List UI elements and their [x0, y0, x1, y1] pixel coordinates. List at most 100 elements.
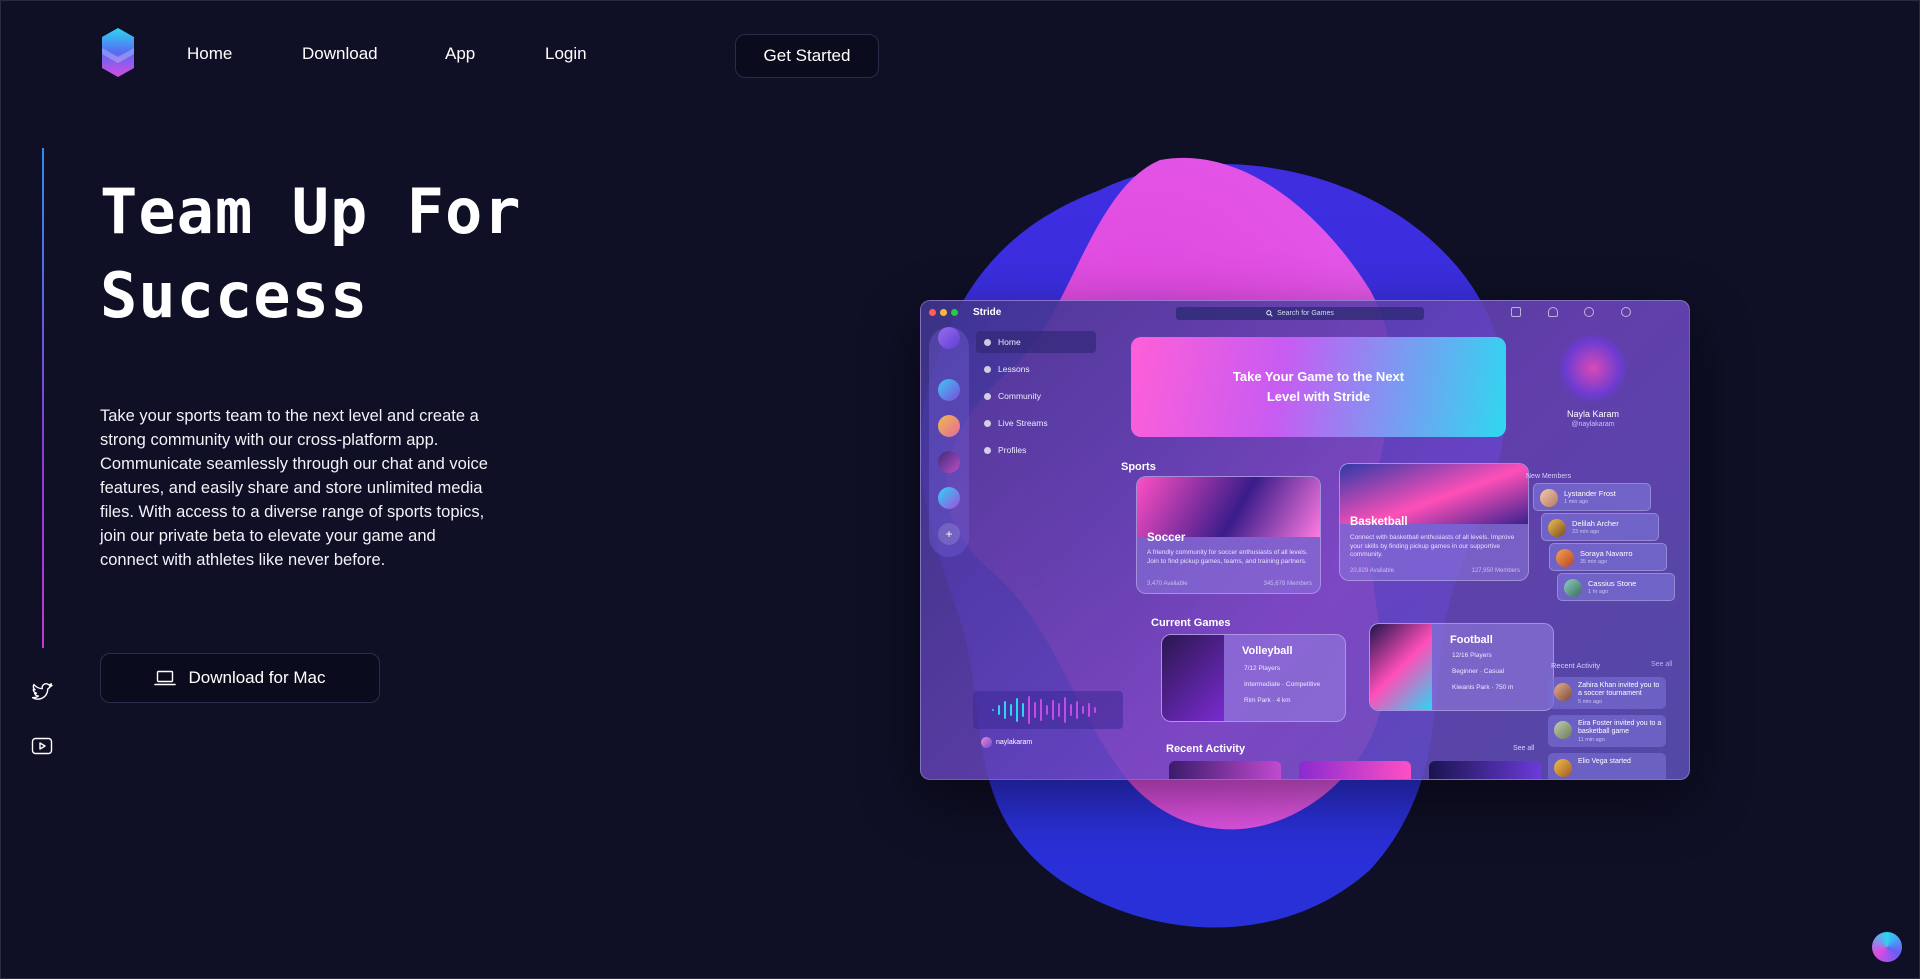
live-icon: [984, 419, 991, 427]
game-card-place: Kiwanis Park · 750 m: [1452, 684, 1514, 691]
app-sidebar: Home Lessons Community Live Streams Prof…: [976, 331, 1096, 466]
bell-icon[interactable]: [1548, 307, 1558, 317]
profile-handle: @naylakaram: [1571, 421, 1615, 428]
sport-card-title: Soccer: [1147, 532, 1186, 544]
app-sidebar-item-label: Home: [998, 337, 1021, 347]
hero-title-line2: Success: [100, 259, 369, 332]
nav-home[interactable]: Home: [187, 44, 232, 64]
rail-server-icon[interactable]: [938, 487, 960, 509]
member-item[interactable]: Cassius Stone 1 hr ago: [1557, 573, 1675, 601]
member-name: Soraya Navarro: [1580, 549, 1633, 558]
rail-server-icon[interactable]: [938, 379, 960, 401]
app-sidebar-item-community[interactable]: Community: [976, 385, 1096, 407]
current-games-title: Current Games: [1151, 617, 1231, 629]
activity-item[interactable]: Zahira Khan invited you to a soccer tour…: [1548, 677, 1666, 709]
sport-card-soccer[interactable]: Soccer A friendly community for soccer e…: [1136, 476, 1321, 594]
app-sidebar-item-live-streams[interactable]: Live Streams: [976, 412, 1096, 434]
sport-card-description: Connect with basketball enthusiasts of a…: [1350, 534, 1515, 558]
game-card-level: Beginner · Casual: [1452, 668, 1505, 675]
avatar[interactable]: [1558, 333, 1628, 403]
app-search-placeholder: Search for Games: [1277, 310, 1334, 317]
sport-card-available: 3,470 Available: [1147, 581, 1188, 587]
add-server-icon[interactable]: +: [938, 523, 960, 545]
app-hero-banner[interactable]: Take Your Game to the Next Level with St…: [1131, 337, 1506, 437]
rail-home-icon[interactable]: [938, 327, 960, 349]
side-see-all-link[interactable]: See all: [1651, 661, 1672, 668]
hero-description: Take your sports team to the next level …: [100, 407, 488, 569]
app-banner-text: Take Your Game to the Next Level with St…: [1232, 369, 1405, 404]
activity-text: Zahira Khan invited you to a soccer tour…: [1578, 682, 1660, 697]
avatar: [1564, 579, 1582, 597]
activity-time: 5 min ago: [1578, 699, 1603, 705]
avatar: [1554, 721, 1572, 739]
app-search-input[interactable]: Search for Games: [1176, 307, 1424, 320]
rail-server-icon[interactable]: [938, 415, 960, 437]
youtube-icon[interactable]: [30, 734, 54, 758]
avatar: [1554, 759, 1572, 777]
member-item[interactable]: Delilah Archer 23 min ago: [1541, 513, 1659, 541]
sport-card-description: A friendly community for soccer enthusia…: [1147, 549, 1308, 565]
minimize-dot: [940, 309, 947, 316]
activity-item[interactable]: Eira Foster invited you to a basketball …: [1548, 715, 1666, 747]
game-card-level: Intermediate · Competitive: [1244, 681, 1321, 688]
sport-card-footer: 20,828 Available 127,950 Members: [1350, 568, 1520, 574]
activity-time: 11 min ago: [1578, 737, 1605, 743]
sport-card-members: 345,678 Members: [1263, 581, 1312, 587]
activity-item[interactable]: Elio Vega started: [1548, 753, 1666, 779]
game-card-volleyball[interactable]: Volleyball 7/12 Players Intermediate · C…: [1161, 634, 1346, 722]
calendar-icon[interactable]: [1511, 307, 1521, 317]
nav-app[interactable]: App: [445, 44, 475, 64]
side-recent-activity-title: Recent Activity: [1551, 661, 1601, 670]
brand-logo[interactable]: [100, 28, 136, 80]
community-icon: [984, 392, 991, 400]
member-name: Lystander Frost: [1564, 489, 1616, 498]
member-name: Cassius Stone: [1588, 579, 1637, 588]
activity-thumbnail[interactable]: [1169, 761, 1281, 779]
game-card-title: Volleyball: [1242, 645, 1293, 657]
app-titlebar: Stride Search for Games: [921, 301, 1689, 325]
sport-card-title: Basketball: [1350, 516, 1408, 528]
member-item[interactable]: Lystander Frost 1 min ago: [1533, 483, 1651, 511]
game-card-place: Rim Park · 4 km: [1244, 697, 1291, 704]
app-sidebar-item-home[interactable]: Home: [976, 331, 1096, 353]
app-sidebar-item-profiles[interactable]: Profiles: [976, 439, 1096, 461]
get-started-button[interactable]: Get Started: [735, 34, 879, 78]
nav-download[interactable]: Download: [302, 44, 378, 64]
laptop-icon: [154, 670, 177, 686]
nav-login[interactable]: Login: [545, 44, 587, 64]
football-image: [1370, 624, 1432, 710]
home-icon: [984, 338, 991, 346]
game-card-players: 7/12 Players: [1244, 665, 1281, 672]
voice-waveform: [973, 691, 1123, 729]
member-time: 23 min ago: [1572, 529, 1600, 535]
sport-card-footer: 3,470 Available 345,678 Members: [1147, 581, 1312, 587]
app-sidebar-item-label: Profiles: [998, 445, 1027, 455]
game-card-players: 12/16 Players: [1452, 652, 1492, 659]
sport-card-basketball[interactable]: Basketball Connect with basketball enthu…: [1339, 463, 1529, 581]
app-name: Stride: [973, 307, 1002, 318]
download-mac-button[interactable]: Download for Mac: [100, 653, 380, 703]
rail-server-icon[interactable]: [938, 451, 960, 473]
app-sidebar-item-lessons[interactable]: Lessons: [976, 358, 1096, 380]
avatar: [1554, 683, 1572, 701]
volleyball-image: [1162, 635, 1224, 721]
profile-panel: Nayla Karam @naylakaram: [1533, 333, 1653, 428]
sport-card-available: 20,828 Available: [1350, 568, 1394, 574]
see-all-link[interactable]: See all: [1513, 745, 1534, 752]
app-sidebar-item-label: Live Streams: [998, 418, 1048, 428]
sports-section-title: Sports: [1121, 461, 1156, 473]
gear-icon[interactable]: [1621, 307, 1631, 317]
member-time: 35 min ago: [1580, 559, 1608, 565]
floating-help-orb[interactable]: [1872, 932, 1902, 962]
member-item[interactable]: Soraya Navarro 35 min ago: [1549, 543, 1667, 571]
activity-thumbnail[interactable]: [1299, 761, 1411, 779]
avatar: [1548, 519, 1566, 537]
activity-thumbnail[interactable]: [1429, 761, 1541, 779]
profile-name: Nayla Karam: [1566, 409, 1620, 419]
current-user[interactable]: naylakaram: [981, 737, 1032, 748]
game-card-football[interactable]: Football 12/16 Players Beginner · Casual…: [1369, 623, 1554, 711]
download-mac-label: Download for Mac: [188, 668, 326, 687]
chat-icon[interactable]: [1584, 307, 1594, 317]
twitter-icon[interactable]: [30, 680, 54, 704]
avatar: [981, 737, 992, 748]
